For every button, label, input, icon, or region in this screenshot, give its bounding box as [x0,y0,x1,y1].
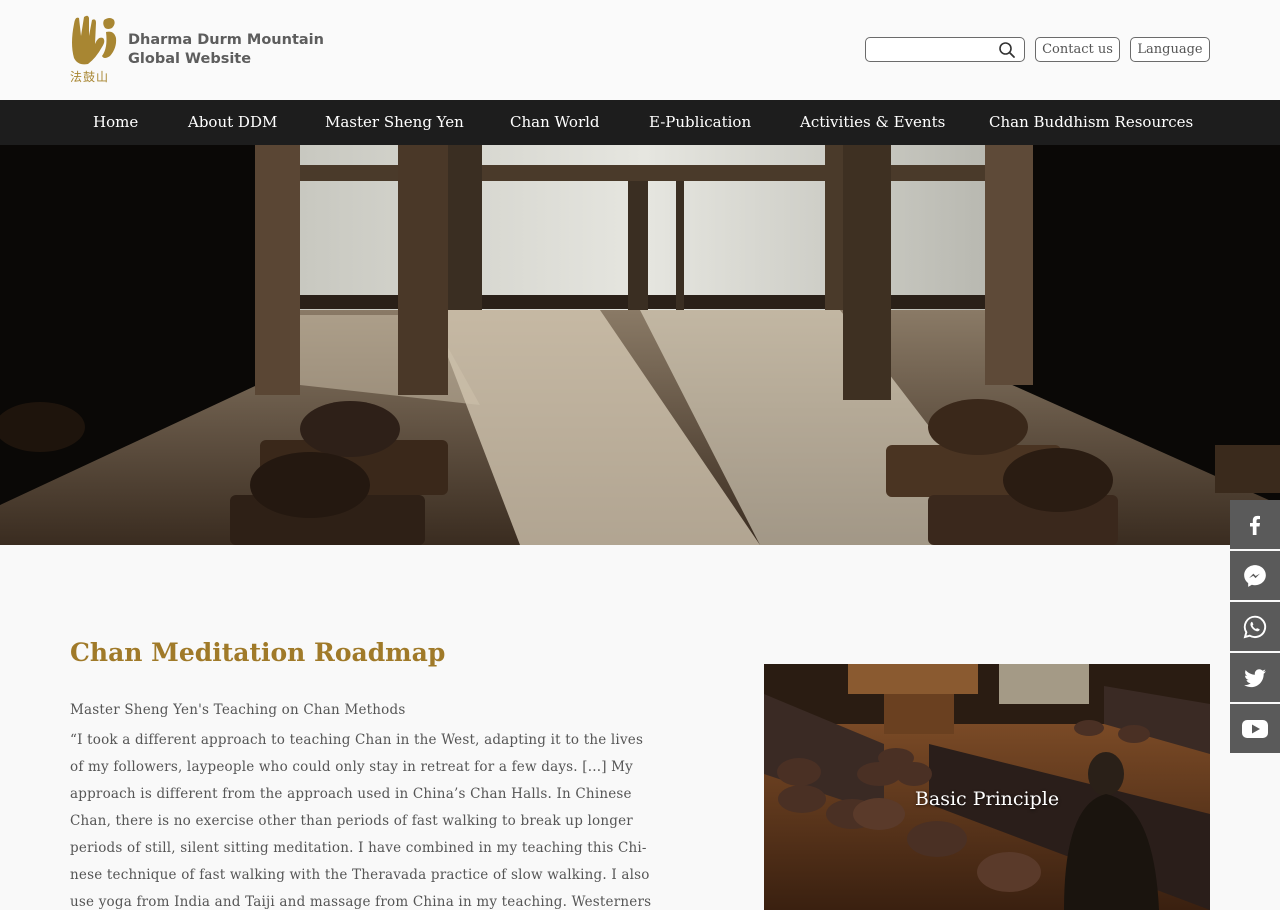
body-line: approach is different from the approach … [70,786,632,802]
meditation-hall-illustration [0,145,1280,545]
hero-banner-image [0,145,1280,545]
twitter-share-button[interactable] [1230,653,1280,702]
nav-item-chan-world[interactable]: Chan World [510,100,600,145]
nav-item-activities-events[interactable]: Activities & Events [800,100,945,145]
youtube-share-button[interactable] [1230,704,1280,753]
search-icon[interactable] [998,41,1016,59]
body-line: nese technique of fast walking with the … [70,867,650,883]
nav-item-e-publication[interactable]: E-Publication [649,100,751,145]
ddm-logo[interactable]: 法鼓山 [70,14,120,86]
body-line: use yoga from India and Taiji and massag… [70,894,652,910]
search-input[interactable] [865,37,1025,62]
logo-chinese-text: 法鼓山 [70,70,110,84]
body-line: Chan, there is no exercise other than pe… [70,813,633,829]
body-paragraph: “I took a different approach to teaching… [70,727,665,910]
body-line: “I took a different approach to teaching… [70,732,644,748]
main-navigation: Home About DDM Master Sheng Yen Chan Wor… [0,100,1280,145]
nav-item-about-ddm[interactable]: About DDM [188,100,277,145]
nav-item-chan-buddhism-resources[interactable]: Chan Buddhism Resources [989,100,1193,145]
youtube-icon [1242,719,1268,738]
nav-item-master-sheng-yen[interactable]: Master Sheng Yen [325,100,464,145]
meditation-room-image [764,664,1210,910]
twitter-icon [1244,668,1266,687]
facebook-share-button[interactable] [1230,500,1280,549]
site-title-line1: Dharma Durm Mountain [128,32,324,48]
page-title: Chan Meditation Roadmap [70,638,446,667]
contact-us-button[interactable]: Contact us [1035,37,1120,62]
nav-item-home[interactable]: Home [93,100,138,145]
site-header: 法鼓山 Dharma Durm Mountain Global Website … [0,0,1280,100]
page-subtitle: Master Sheng Yen's Teaching on Chan Meth… [70,702,406,718]
whatsapp-icon [1243,615,1267,638]
basic-principle-label: Basic Principle [914,788,1060,810]
language-button[interactable]: Language [1130,37,1210,62]
social-share-bar [1230,500,1280,755]
ddm-hand-logo-icon [72,15,117,65]
body-line: of my followers, laypeople who could onl… [70,759,633,775]
body-line: periods of still, silent sitting meditat… [70,840,647,856]
whatsapp-share-button[interactable] [1230,602,1280,651]
messenger-icon [1244,564,1266,587]
site-title-line2: Global Website [128,51,252,67]
messenger-share-button[interactable] [1230,551,1280,600]
basic-principle-card[interactable]: Basic Principle [764,664,1210,910]
site-title[interactable]: Dharma Durm Mountain Global Website [128,31,324,69]
facebook-icon [1250,515,1260,535]
